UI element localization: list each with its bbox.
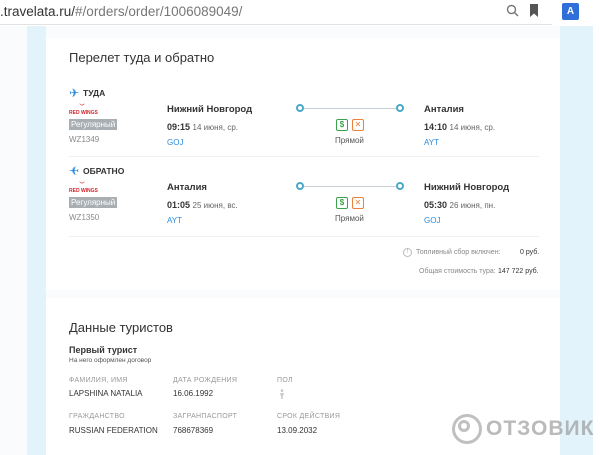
female-person-icon <box>279 389 285 399</box>
airline-logo: ﹀ RED WINGS <box>69 182 98 194</box>
right-side-panel <box>560 26 593 455</box>
fuel-charge-label: Топливный сбор включен: <box>416 249 501 256</box>
arrival-time: 14:10 14 июня, ср. <box>424 122 495 132</box>
expiry-label: СРОК ДЕЙСТВИЯ <box>277 413 341 420</box>
right-edge <box>593 26 600 455</box>
watermark-text: ОТЗОВИК <box>486 417 595 440</box>
departure-time: 01:05 25 июня, вс. <box>167 200 238 210</box>
flight-number: WZ1350 <box>69 213 100 222</box>
watermark-logo-inner <box>458 420 470 432</box>
total-price-value: 147 722 руб. <box>498 268 539 275</box>
route-end-dot <box>396 182 404 190</box>
fare-tag: Регулярный <box>69 119 118 130</box>
browser-address-bar[interactable]: .travelata.ru/#/orders/order/1006089049/ <box>0 0 552 25</box>
arrival-date: 14 июня, ср. <box>449 123 496 132</box>
arrival-code: GOJ <box>424 216 441 225</box>
tourist-note: На него оформлен договор <box>69 357 152 364</box>
departure-city: Анталия <box>167 182 207 193</box>
segment-direction: ТУДА <box>83 88 106 98</box>
baggage-icon: $ <box>336 197 348 209</box>
plane-return-icon: ✈ <box>69 164 80 178</box>
arrival-date: 26 июня, пн. <box>449 201 496 210</box>
route-start-dot <box>296 182 304 190</box>
fare-tag: Регулярный <box>69 197 118 208</box>
baggage-icon: $ <box>336 119 348 131</box>
segment-divider <box>69 236 539 237</box>
departure-code: AYT <box>167 216 182 225</box>
departure-city: Нижний Новгород <box>167 104 253 115</box>
info-icon[interactable]: ! <box>403 248 412 257</box>
segment-divider <box>69 156 539 157</box>
arrival-time-value: 05:30 <box>424 200 448 210</box>
total-price-amount: 147 722 руб. <box>498 268 539 275</box>
plane-outbound-icon: ✈ <box>69 86 80 100</box>
total-price-label: Общая стоимость тура: <box>419 268 496 275</box>
departure-time-value: 09:15 <box>167 122 191 132</box>
arrival-time: 05:30 26 июня, пн. <box>424 200 495 210</box>
route-start-dot <box>296 104 304 112</box>
gender-label: ПОЛ <box>277 377 293 384</box>
departure-time: 09:15 14 июня, ср. <box>167 122 238 132</box>
birth-date-label: ДАТА РОЖДЕНИЯ <box>173 377 238 384</box>
airline-logo-text: RED WINGS <box>69 188 98 194</box>
expiry-value: 13.09.2032 <box>277 426 318 435</box>
url-path: #/orders/order/1006089049/ <box>75 4 243 19</box>
route-line <box>304 108 396 109</box>
arrival-time-value: 14:10 <box>424 122 448 132</box>
url-text[interactable]: .travelata.ru/#/orders/order/1006089049/ <box>0 4 242 19</box>
translate-glyph: A <box>566 6 575 17</box>
arrival-city: Анталия <box>424 104 464 115</box>
fuel-charge-value: 0 руб. <box>520 249 539 256</box>
segment-direction: ОБРАТНО <box>83 166 125 176</box>
birth-date-value: 16.06.1992 <box>173 389 214 398</box>
departure-code: GOJ <box>167 138 184 147</box>
airline-logo-text: RED WINGS <box>69 110 98 116</box>
passport-label: ЗАГРАНПАСПОРТ <box>173 413 238 420</box>
surname-label: ФАМИЛИЯ, ИМЯ <box>69 377 128 384</box>
route-type: Прямой <box>335 214 364 223</box>
tourists-section-title: Данные туристов <box>69 320 173 335</box>
no-exchange-icon: ✕ <box>352 119 364 131</box>
airline-logo: ﹀ RED WINGS <box>69 104 98 116</box>
departure-time-value: 01:05 <box>167 200 191 210</box>
departure-date: 25 июня, вс. <box>192 201 238 210</box>
route-end-dot <box>396 104 404 112</box>
route-line <box>304 186 396 187</box>
route-type: Прямой <box>335 136 364 145</box>
fuel-charge-amount: 0 руб. <box>520 249 540 256</box>
surname-value: LAPSHINA NATALIA <box>69 389 143 398</box>
flight-section-title: Перелет туда и обратно <box>69 50 215 65</box>
departure-date: 14 июня, ср. <box>192 123 239 132</box>
url-host: .travelata.ru/ <box>0 4 76 19</box>
flight-number: WZ1349 <box>69 135 100 144</box>
search-icon[interactable] <box>504 4 520 20</box>
arrival-city: Нижний Новгород <box>424 182 510 193</box>
no-exchange-icon: ✕ <box>352 197 364 209</box>
citizenship-value: RUSSIAN FEDERATION <box>69 426 158 435</box>
passport-value: 768678369 <box>173 426 214 435</box>
bookmark-icon[interactable] <box>526 4 542 20</box>
tourist-title: Первый турист <box>69 345 138 355</box>
left-side-panel <box>27 26 46 455</box>
citizenship-label: ГРАЖДАНСТВО <box>69 413 125 420</box>
translate-icon[interactable]: A <box>562 3 579 20</box>
arrival-code: AYT <box>424 138 439 147</box>
